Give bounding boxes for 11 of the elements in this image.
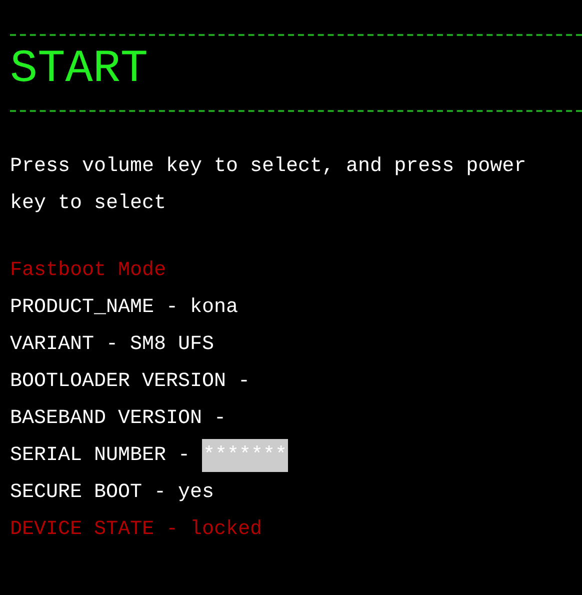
info-line: PRODUCT_NAME - kona (10, 295, 238, 321)
instruction-text: Press volume key to select, and press power key to select (10, 154, 528, 217)
title: START (10, 42, 148, 97)
info-line: SECURE BOOT - yes (10, 480, 214, 506)
info-line: VARIANT - SM8 UFS (10, 332, 214, 358)
info-line: Fastboot Mode (10, 258, 166, 284)
info-line: BASEBAND VERSION - (10, 406, 226, 432)
info-line: BOOTLOADER VERSION - (10, 369, 250, 395)
info-line: SERIAL NUMBER - (10, 443, 190, 469)
masked-value: ******* (202, 439, 288, 472)
info-line: DEVICE STATE - locked (10, 517, 262, 543)
